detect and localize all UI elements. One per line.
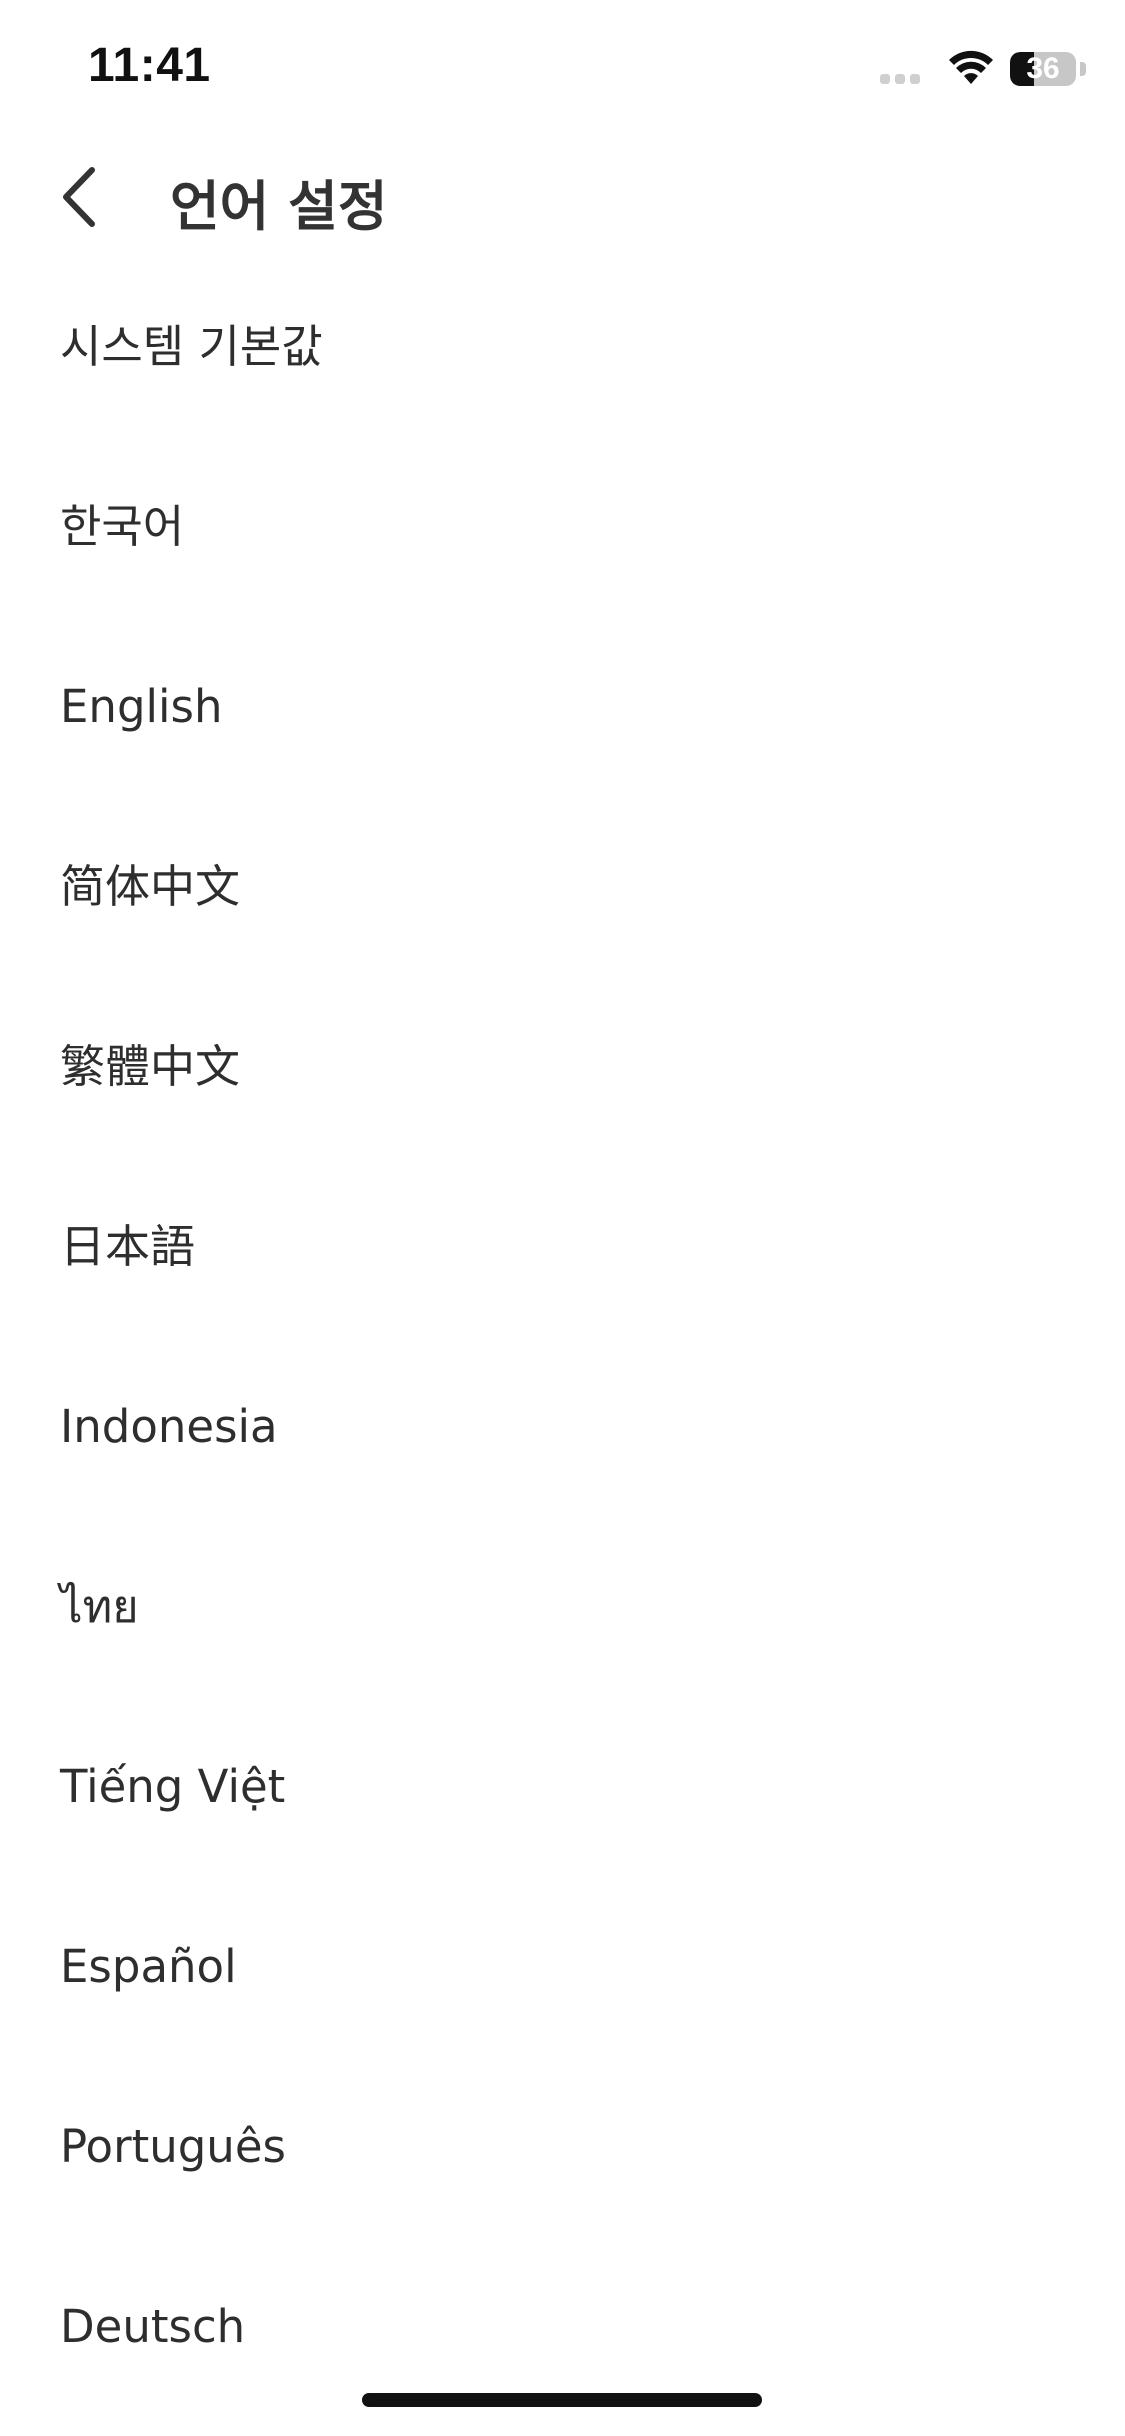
language-option[interactable]: Português xyxy=(0,2092,1125,2272)
wifi-icon xyxy=(949,50,993,84)
language-list: 시스템 기본값한국어 English 简体中文繁體中文日本語 Indonesia ไทย… xyxy=(0,292,1125,2368)
language-option-label: Tiếng Việt xyxy=(60,1760,286,1813)
language-option[interactable]: 시스템 기본값 xyxy=(0,292,1125,472)
language-option-label: 繁體中文 xyxy=(60,1040,241,1093)
status-bar: 11:41 36 xyxy=(0,0,1125,140)
language-option-label: Indonesia xyxy=(60,1400,278,1453)
battery-percentage: 36 xyxy=(1026,52,1060,85)
language-option-label: Deutsch xyxy=(60,2300,246,2353)
language-option[interactable]: Deutsch xyxy=(0,2272,1125,2368)
home-indicator[interactable] xyxy=(362,2393,762,2407)
battery-icon: 36 xyxy=(1010,52,1076,86)
language-option-label: Português xyxy=(60,2120,286,2173)
language-option[interactable]: ไทย xyxy=(0,1552,1125,1732)
battery-cap xyxy=(1080,62,1086,76)
language-option[interactable]: 繁體中文 xyxy=(0,1012,1125,1192)
language-option[interactable]: 简体中文 xyxy=(0,832,1125,1012)
language-option[interactable]: 日本語 xyxy=(0,1192,1125,1372)
language-option-label: 시스템 기본값 xyxy=(60,320,323,373)
language-option-label: English xyxy=(60,680,223,733)
language-option[interactable]: Tiếng Việt xyxy=(0,1732,1125,1912)
language-option-label: Español xyxy=(60,1940,237,1993)
cellular-signal-icon xyxy=(880,74,920,84)
language-option[interactable]: Español xyxy=(0,1912,1125,2092)
language-option-label: 한국어 xyxy=(60,500,185,553)
status-time: 11:41 xyxy=(88,39,211,92)
language-option[interactable]: 한국어 xyxy=(0,472,1125,652)
nav-header: 언어 설정 xyxy=(0,140,1125,250)
language-option[interactable]: Indonesia xyxy=(0,1372,1125,1552)
language-option-label: ไทย xyxy=(60,1580,139,1633)
language-option-label: 日本語 xyxy=(60,1220,196,1273)
back-button[interactable] xyxy=(50,158,120,236)
page-title: 언어 설정 xyxy=(170,175,388,238)
language-option[interactable]: English xyxy=(0,652,1125,832)
language-option-label: 简体中文 xyxy=(60,860,241,913)
chevron-left-icon xyxy=(63,167,95,227)
